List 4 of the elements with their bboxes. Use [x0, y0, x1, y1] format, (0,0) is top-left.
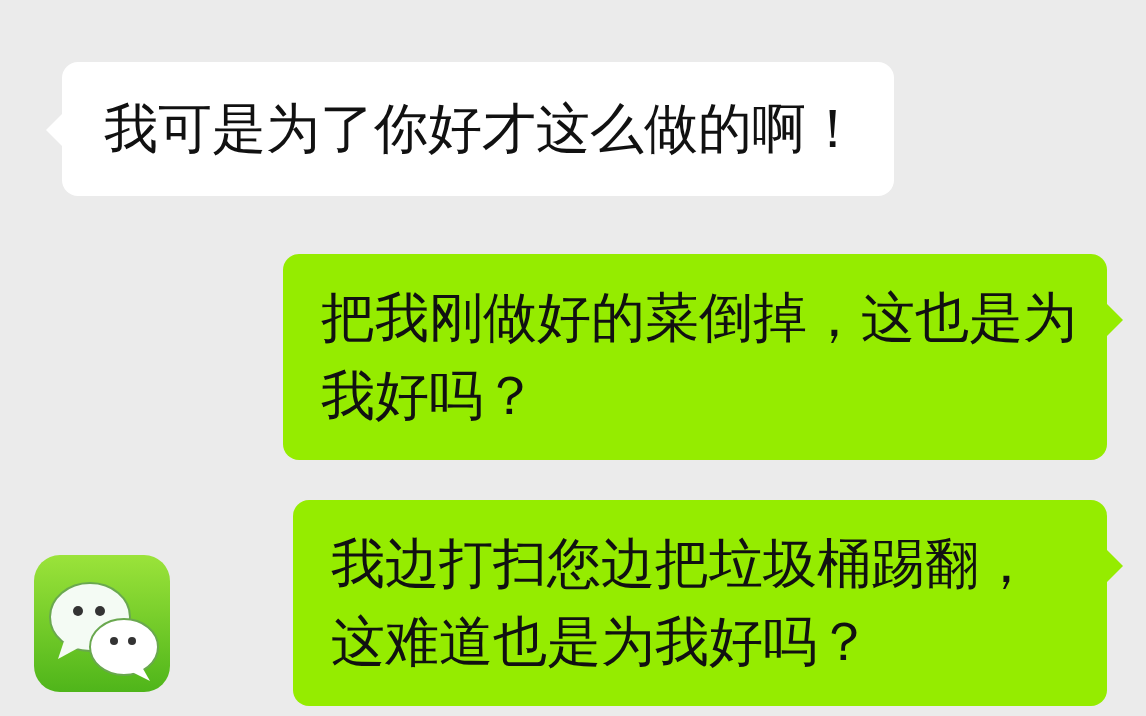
message-text: 把我刚做好的菜倒掉，这也是为我好吗？ — [321, 285, 1077, 429]
chat-app-logo-icon — [34, 555, 170, 692]
message-text: 我边打扫您边把垃圾桶踢翻，这难道也是为我好吗？ — [331, 531, 1034, 675]
message-text: 我可是为了你好才这么做的啊！ — [104, 96, 860, 162]
